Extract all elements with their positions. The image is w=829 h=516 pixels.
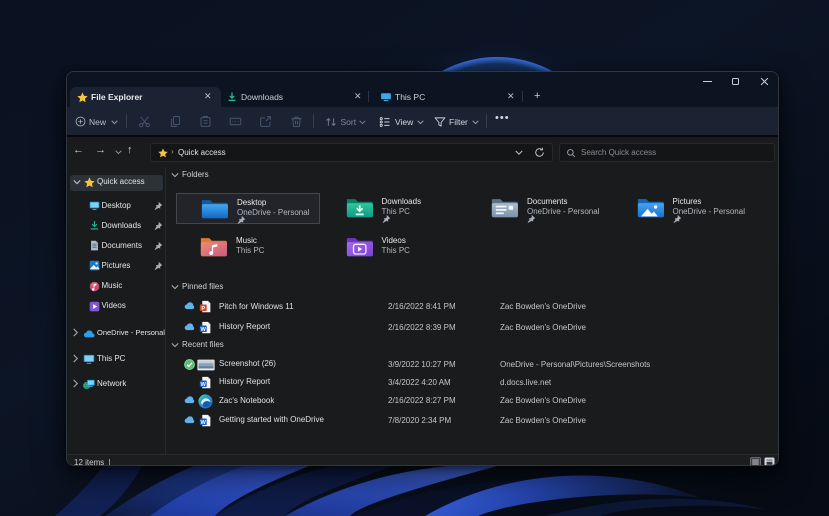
svg-text:W: W (201, 381, 207, 387)
svg-text:P: P (201, 306, 205, 312)
svg-text:W: W (201, 419, 207, 425)
svg-text:W: W (201, 326, 207, 332)
